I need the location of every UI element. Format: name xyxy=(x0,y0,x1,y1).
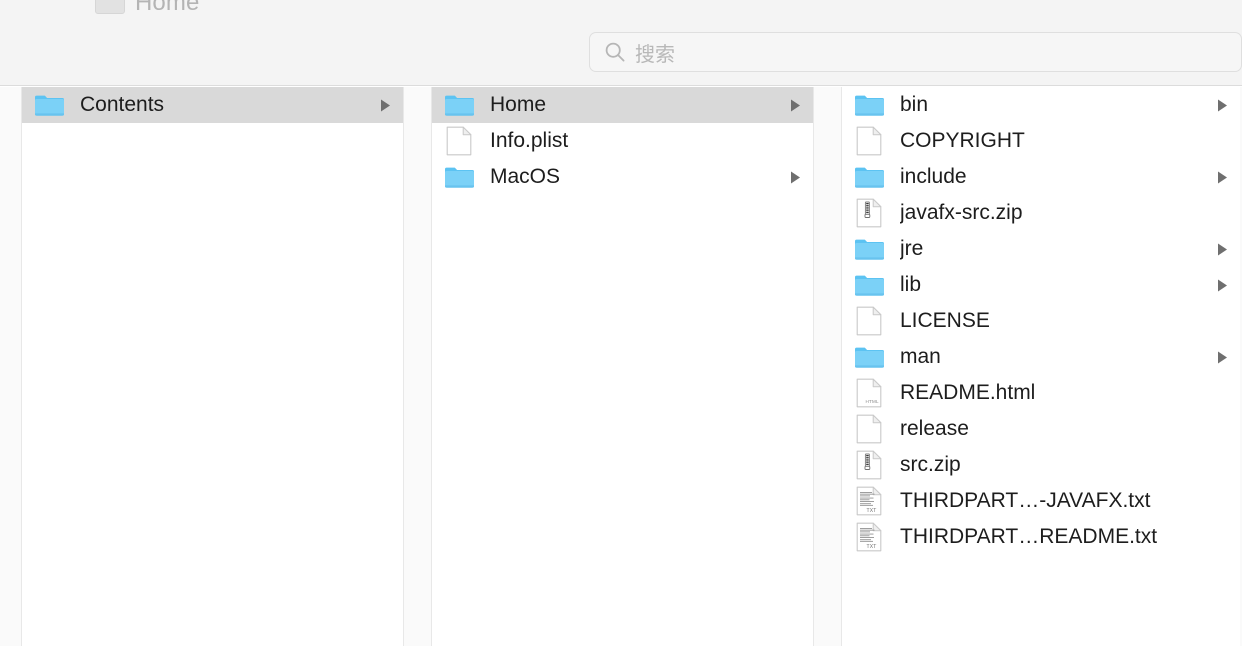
disclosure-arrow-icon[interactable] xyxy=(788,170,802,185)
toolbar: Home 搜索 xyxy=(0,0,1242,86)
search-input[interactable]: 搜索 xyxy=(589,32,1242,72)
list-item-label: bin xyxy=(900,93,929,116)
list-item-label: THIRDPART…README.txt xyxy=(900,525,1158,548)
disclosure-arrow-icon[interactable] xyxy=(378,98,392,113)
column-two[interactable]: Home Info.plist MacOS xyxy=(432,87,813,646)
search-icon xyxy=(604,41,626,63)
list-item[interactable]: Info.plist xyxy=(432,123,813,159)
folder-icon xyxy=(444,92,474,118)
disclosure-arrow-icon[interactable] xyxy=(788,98,802,113)
text-icon: TXT xyxy=(854,486,884,516)
list-item[interactable]: Contents xyxy=(22,87,403,123)
list-item-label: lib xyxy=(900,273,922,296)
list-item-label: jre xyxy=(900,237,924,260)
list-item-label: src.zip xyxy=(900,453,961,476)
list-item-label: man xyxy=(900,345,941,368)
disclosure-arrow-icon[interactable] xyxy=(1215,350,1229,365)
html-icon: HTML xyxy=(854,378,884,408)
list-item[interactable]: lib xyxy=(842,267,1240,303)
text-icon: TXT xyxy=(854,522,884,552)
folder-icon xyxy=(444,164,474,190)
document-icon xyxy=(444,126,474,156)
column-one[interactable]: Contents xyxy=(22,87,403,646)
search-placeholder: 搜索 xyxy=(635,43,675,66)
list-item[interactable]: TXT THIRDPART…README.txt xyxy=(842,519,1240,555)
list-item-label: LICENSE xyxy=(900,309,990,332)
document-icon xyxy=(854,126,884,156)
list-item[interactable]: release xyxy=(842,411,1240,447)
list-item-label: Home xyxy=(490,93,547,116)
folder-icon xyxy=(854,272,884,298)
list-item[interactable]: MacOS xyxy=(432,159,813,195)
disclosure-arrow-icon[interactable] xyxy=(1215,98,1229,113)
list-item-label: Contents xyxy=(80,93,165,116)
breadcrumb-label: Home xyxy=(135,0,200,16)
list-item[interactable]: include xyxy=(842,159,1240,195)
svg-text:TXT: TXT xyxy=(867,508,877,514)
list-item-label: COPYRIGHT xyxy=(900,129,1025,152)
list-item[interactable]: src.zip xyxy=(842,447,1240,483)
zip-icon xyxy=(854,198,884,228)
column-browser: Contents Home Info.plist MacOS bin COPYRIGH… xyxy=(0,87,1242,646)
list-item[interactable]: Home xyxy=(432,87,813,123)
list-item[interactable]: LICENSE xyxy=(842,303,1240,339)
generic-item-icon xyxy=(95,0,125,14)
list-item-label: THIRDPART…-JAVAFX.txt xyxy=(900,489,1151,512)
folder-icon xyxy=(854,344,884,370)
disclosure-arrow-icon[interactable] xyxy=(1215,242,1229,257)
list-item-label: README.html xyxy=(900,381,1036,404)
svg-text:TXT: TXT xyxy=(867,544,877,550)
disclosure-arrow-icon[interactable] xyxy=(1215,170,1229,185)
disclosure-arrow-icon[interactable] xyxy=(1215,278,1229,293)
folder-icon xyxy=(854,164,884,190)
list-item-label: javafx-src.zip xyxy=(900,201,1023,224)
svg-text:HTML: HTML xyxy=(866,399,880,404)
list-item[interactable]: man xyxy=(842,339,1240,375)
list-item-label: Info.plist xyxy=(490,129,569,152)
column-three[interactable]: bin COPYRIGHT include javafx-src.zip jre lib L… xyxy=(842,87,1240,646)
list-item-label: include xyxy=(900,165,967,188)
list-item[interactable]: TXT THIRDPART…-JAVAFX.txt xyxy=(842,483,1240,519)
zip-icon xyxy=(854,450,884,480)
list-item[interactable]: javafx-src.zip xyxy=(842,195,1240,231)
left-edge-gutter xyxy=(0,87,22,646)
list-item[interactable]: jre xyxy=(842,231,1240,267)
folder-icon xyxy=(34,92,64,118)
column-divider-one[interactable] xyxy=(403,87,432,646)
document-icon xyxy=(854,306,884,336)
breadcrumb[interactable]: Home xyxy=(95,0,199,18)
list-item-label: release xyxy=(900,417,969,440)
list-item[interactable]: COPYRIGHT xyxy=(842,123,1240,159)
folder-icon xyxy=(854,236,884,262)
finder-window: Home 搜索 Contents Home Info.plist MacOS bin… xyxy=(0,0,1242,646)
list-item[interactable]: bin xyxy=(842,87,1240,123)
folder-icon xyxy=(854,92,884,118)
list-item[interactable]: HTML README.html xyxy=(842,375,1240,411)
document-icon xyxy=(854,414,884,444)
list-item-label: MacOS xyxy=(490,165,561,188)
column-divider-two[interactable] xyxy=(813,87,842,646)
